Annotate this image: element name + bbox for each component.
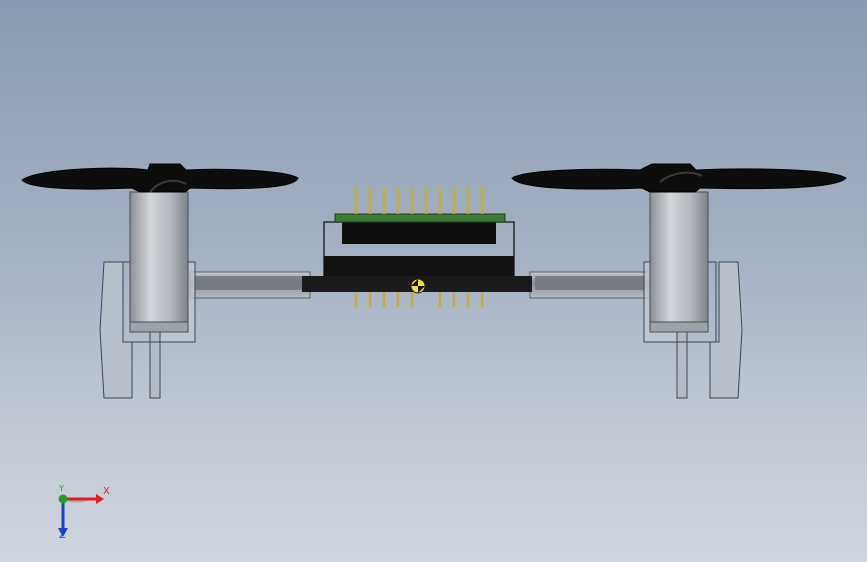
coordinate-triad: X Y Z bbox=[48, 482, 118, 544]
right-motor bbox=[649, 191, 709, 333]
header-pins-top bbox=[354, 188, 484, 214]
x-axis-label: X bbox=[103, 486, 110, 497]
left-motor bbox=[129, 191, 189, 333]
header-pins-bottom bbox=[354, 292, 484, 307]
right-propeller bbox=[511, 163, 847, 193]
y-axis-label: Y bbox=[59, 484, 64, 493]
left-propeller bbox=[21, 163, 299, 193]
origin-marker-icon bbox=[410, 278, 426, 294]
cad-graphics-area[interactable]: X Y Z bbox=[0, 0, 867, 562]
drone-model[interactable] bbox=[0, 0, 867, 562]
z-axis-label: Z bbox=[59, 530, 66, 541]
